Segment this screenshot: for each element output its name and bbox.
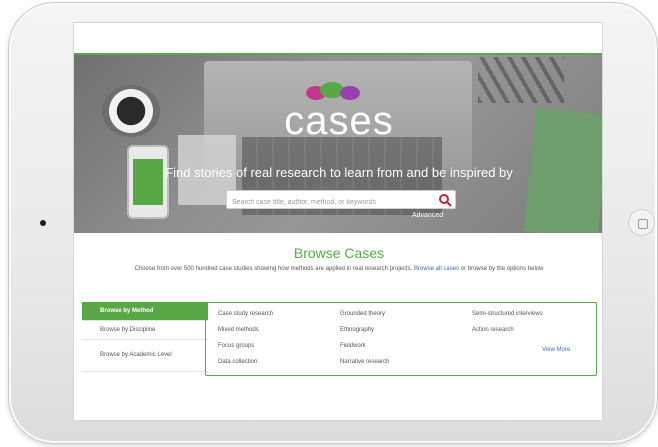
browse-title: Browse Cases xyxy=(293,245,385,261)
search-input[interactable] xyxy=(227,194,427,211)
method-column-1: Case study research Mixed methods Focus … xyxy=(218,311,338,375)
browse-tabs: Browse by Method Browse by Discipline Br… xyxy=(82,302,208,372)
browse-desc-prefix: Choose from over 500 hundred case studie… xyxy=(134,266,413,272)
method-link[interactable]: Narrative research xyxy=(340,359,460,375)
phone-image xyxy=(127,145,169,219)
tab-browse-by-discipline[interactable]: Browse by Discipline xyxy=(82,321,208,340)
browse-description: Choose from over 500 hundred case studie… xyxy=(74,266,602,272)
method-link[interactable]: Mixed methods xyxy=(218,327,338,343)
camera-icon xyxy=(40,220,46,226)
view-more-link[interactable]: View More xyxy=(542,347,570,353)
home-button[interactable] xyxy=(628,209,655,236)
browse-desc-suffix: or browse by the options below xyxy=(460,266,544,272)
method-column-2: Grounded theory Ethnography Fieldwork Na… xyxy=(340,311,460,375)
method-link[interactable]: Ethnography xyxy=(340,327,460,343)
brand-logo[interactable]: cases xyxy=(74,99,602,144)
method-link[interactable]: Focus groups xyxy=(218,343,338,359)
browse-all-link[interactable]: Browse all cases xyxy=(414,266,459,272)
advanced-search-link[interactable]: Advanced xyxy=(412,212,443,219)
method-list-panel: Case study research Mixed methods Focus … xyxy=(205,302,597,376)
search-field[interactable] xyxy=(226,190,456,211)
method-link[interactable]: Fieldwork xyxy=(340,343,460,359)
search-icon[interactable] xyxy=(437,192,453,208)
method-column-3: Semi-structured interviews Action resear… xyxy=(472,311,592,343)
tab-browse-by-academic-level[interactable]: Browse by Academic Level xyxy=(82,340,208,372)
method-link[interactable]: Data collection xyxy=(218,359,338,375)
method-link[interactable]: Grounded theory xyxy=(340,311,460,327)
top-bar xyxy=(74,23,602,53)
method-link[interactable]: Semi-structured interviews xyxy=(472,311,592,327)
hero-tagline: Find stories of real research to learn f… xyxy=(165,165,513,180)
browser-screen: cases Find stories of real research to l… xyxy=(73,22,603,421)
method-link[interactable]: Case study research xyxy=(218,311,338,327)
tab-browse-by-method[interactable]: Browse by Method xyxy=(82,302,208,321)
hero-banner: cases Find stories of real research to l… xyxy=(74,53,602,233)
pencils-image xyxy=(478,57,564,103)
method-link[interactable]: Action research xyxy=(472,327,592,343)
